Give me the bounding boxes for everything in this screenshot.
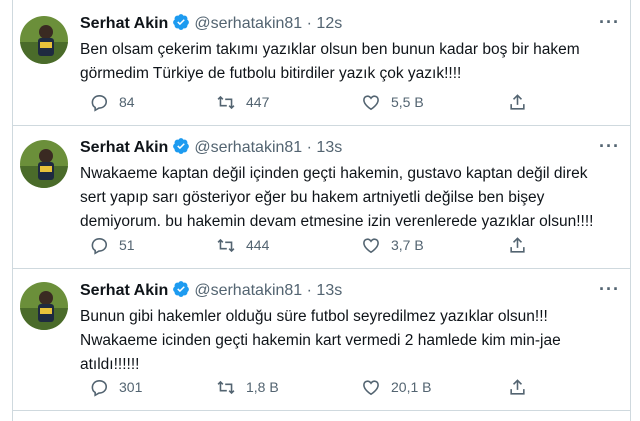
tweet-header: Serhat Akin @serhatakin81 · 12s <box>80 13 342 36</box>
timestamp[interactable]: · 13s <box>307 282 343 299</box>
like-count: 3,7 B <box>391 237 424 253</box>
retweet-button[interactable]: 1,8 B <box>216 376 279 398</box>
tweet-divider <box>12 125 631 126</box>
avatar[interactable] <box>20 140 68 188</box>
verified-badge-icon <box>172 13 190 36</box>
handle[interactable]: @serhatakin81 <box>194 15 302 32</box>
like-button[interactable]: 3,7 B <box>361 234 424 256</box>
retweet-icon <box>216 93 236 112</box>
tweet-text-line: sert yapıp sarı gösteriyor eğer bu hakem… <box>80 189 545 206</box>
display-name[interactable]: Serhat Akin <box>80 282 168 299</box>
tweet-text-line: görmedim Türkiye de futbolu bitirdiler y… <box>80 65 462 82</box>
retweet-button[interactable]: 444 <box>216 234 269 256</box>
tweet-text: Ben olsam çekerim takımı yazıklar olsun … <box>80 38 610 86</box>
reply-icon <box>90 236 109 255</box>
tweet-header: Serhat Akin @serhatakin81 · 13s <box>80 137 342 160</box>
reply-count: 84 <box>119 94 135 110</box>
retweet-count: 447 <box>246 94 270 110</box>
tweet-text-line: atıldı!!!!!! <box>80 356 140 373</box>
timestamp[interactable]: · 13s <box>307 139 343 156</box>
like-count: 5,5 B <box>391 94 424 110</box>
share-button[interactable] <box>508 234 527 256</box>
tweet-header: Serhat Akin @serhatakin81 · 13s <box>80 280 342 303</box>
like-icon <box>361 236 381 255</box>
retweet-count: 1,8 B <box>246 379 279 395</box>
reply-count: 51 <box>119 237 135 253</box>
retweet-button[interactable]: 447 <box>216 91 269 113</box>
tweet-divider <box>12 410 631 411</box>
tweet-text-line: Ben olsam çekerim takımı yazıklar olsun … <box>80 41 580 58</box>
like-button[interactable]: 5,5 B <box>361 91 424 113</box>
retweet-icon <box>216 236 236 255</box>
tweet-text-line: Nwakaeme kaptan değil içinden geçti hake… <box>80 165 588 182</box>
tweet-divider <box>12 268 631 269</box>
share-button[interactable] <box>508 91 527 113</box>
tweet-text: Bunun gibi hakemler olduğu süre futbol s… <box>80 305 610 377</box>
handle[interactable]: @serhatakin81 <box>194 282 302 299</box>
tweet-actions: 51 444 3,7 B <box>80 234 600 256</box>
reply-button[interactable]: 84 <box>90 91 135 113</box>
more-dots-icon[interactable]: ··· <box>599 12 620 33</box>
tweet-text-line: Bunun gibi hakemler olduğu süre futbol s… <box>80 308 548 325</box>
tweet-text-line: demiyorum. bu hakemin devam etmesine izi… <box>80 213 594 230</box>
display-name[interactable]: Serhat Akin <box>80 15 168 32</box>
display-name[interactable]: Serhat Akin <box>80 139 168 156</box>
more-dots-icon[interactable]: ··· <box>599 279 620 300</box>
share-icon <box>508 93 527 112</box>
verified-badge-icon <box>172 137 190 160</box>
like-count: 20,1 B <box>391 379 432 395</box>
verified-badge-icon <box>172 280 190 303</box>
tweet-actions: 84 447 5,5 B <box>80 91 600 113</box>
tweet-actions: 301 1,8 B 20,1 B <box>80 376 600 398</box>
share-icon <box>508 236 527 255</box>
tweet-text-line: Nwakaeme icinden geçti hakemin kart verm… <box>80 332 561 349</box>
share-button[interactable] <box>508 376 527 398</box>
reply-icon <box>90 93 109 112</box>
avatar[interactable] <box>20 16 68 64</box>
reply-icon <box>90 378 109 397</box>
retweet-count: 444 <box>246 237 270 253</box>
avatar[interactable] <box>20 282 68 330</box>
like-button[interactable]: 20,1 B <box>361 376 431 398</box>
handle[interactable]: @serhatakin81 <box>194 139 302 156</box>
more-dots-icon[interactable]: ··· <box>599 136 620 157</box>
timestamp[interactable]: · 12s <box>307 15 343 32</box>
reply-button[interactable]: 301 <box>90 376 142 398</box>
like-icon <box>361 378 381 397</box>
tweet-text: Nwakaeme kaptan değil içinden geçti hake… <box>80 162 610 234</box>
reply-button[interactable]: 51 <box>90 234 135 256</box>
share-icon <box>508 378 527 397</box>
like-icon <box>361 93 381 112</box>
retweet-icon <box>216 378 236 397</box>
reply-count: 301 <box>119 379 143 395</box>
